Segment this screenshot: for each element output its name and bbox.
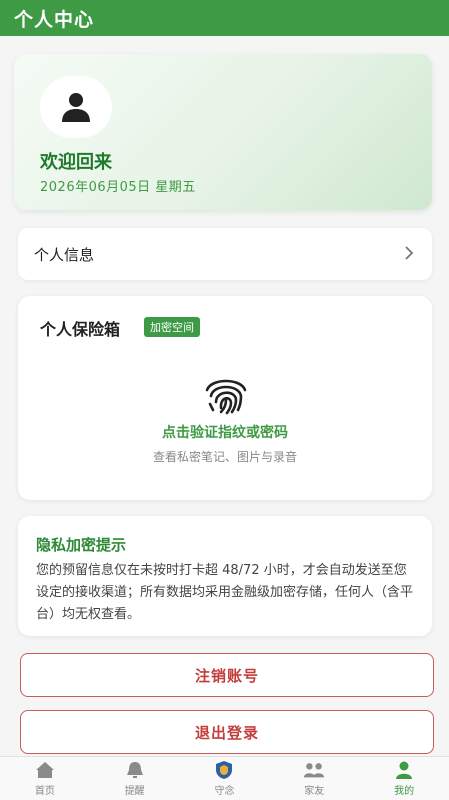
nav-item-home[interactable]: 首页 — [0, 757, 90, 800]
nav-item-family[interactable]: 家友 — [269, 757, 359, 800]
verify-fingerprint-link[interactable]: 点击验证指纹或密码 — [18, 422, 432, 442]
vault-description: 查看私密笔记、图片与录音 — [152, 450, 297, 464]
user-icon — [62, 93, 90, 122]
family-icon — [303, 760, 325, 780]
delete-account-button[interactable]: 注销账号 — [20, 653, 434, 697]
welcome-title: 欢迎回来 — [40, 152, 112, 173]
bottom-nav: 首页 提醒 守念 家友 我的 — [0, 756, 449, 800]
nav-label: 首页 — [34, 786, 55, 797]
nav-label: 家友 — [304, 786, 325, 797]
nav-label: 提醒 — [124, 786, 145, 797]
nav-label: 我的 — [394, 786, 415, 797]
chevron-right-icon — [404, 244, 414, 265]
personal-info-label: 个人信息 — [34, 245, 95, 264]
page-title: 个人中心 — [14, 8, 95, 31]
user-icon — [393, 760, 415, 780]
fingerprint-icon[interactable] — [201, 372, 251, 416]
shield-badge-icon — [213, 760, 235, 780]
privacy-tip-body: 您的预留信息仅在未按时打卡超 48/72 小时，才会自动发送至您设定的接收渠道；… — [36, 563, 414, 622]
vault-title: 个人保险箱 — [40, 320, 121, 339]
personal-info-row[interactable]: 个人信息 — [18, 228, 432, 280]
nav-item-mine[interactable]: 我的 — [359, 757, 449, 800]
welcome-card: 欢迎回来 2026年06月05日 星期五 — [14, 54, 432, 210]
privacy-tip-card: 隐私加密提示 您的预留信息仅在未按时打卡超 48/72 小时，才会自动发送至您设… — [18, 516, 432, 636]
nav-item-guard[interactable]: 守念 — [180, 757, 270, 800]
encrypted-space-badge: 加密空间 — [144, 317, 200, 337]
nav-label: 守念 — [214, 786, 235, 797]
home-icon — [34, 760, 56, 780]
bell-icon — [124, 760, 146, 780]
privacy-tip-title: 隐私加密提示 — [36, 536, 127, 554]
avatar[interactable] — [40, 76, 112, 138]
welcome-date: 2026年06月05日 星期五 — [40, 180, 196, 195]
app-root: 个人中心 欢迎回来 2026年06月05日 星期五 个人信息 个人保险箱 加密空… — [0, 0, 449, 800]
app-header: 个人中心 — [0, 0, 449, 36]
nav-item-reminder[interactable]: 提醒 — [90, 757, 180, 800]
vault-card[interactable]: 个人保险箱 加密空间 点击验证指纹或密码 查看私密笔记、图片与录音 — [18, 296, 432, 500]
logout-button[interactable]: 退出登录 — [20, 710, 434, 754]
